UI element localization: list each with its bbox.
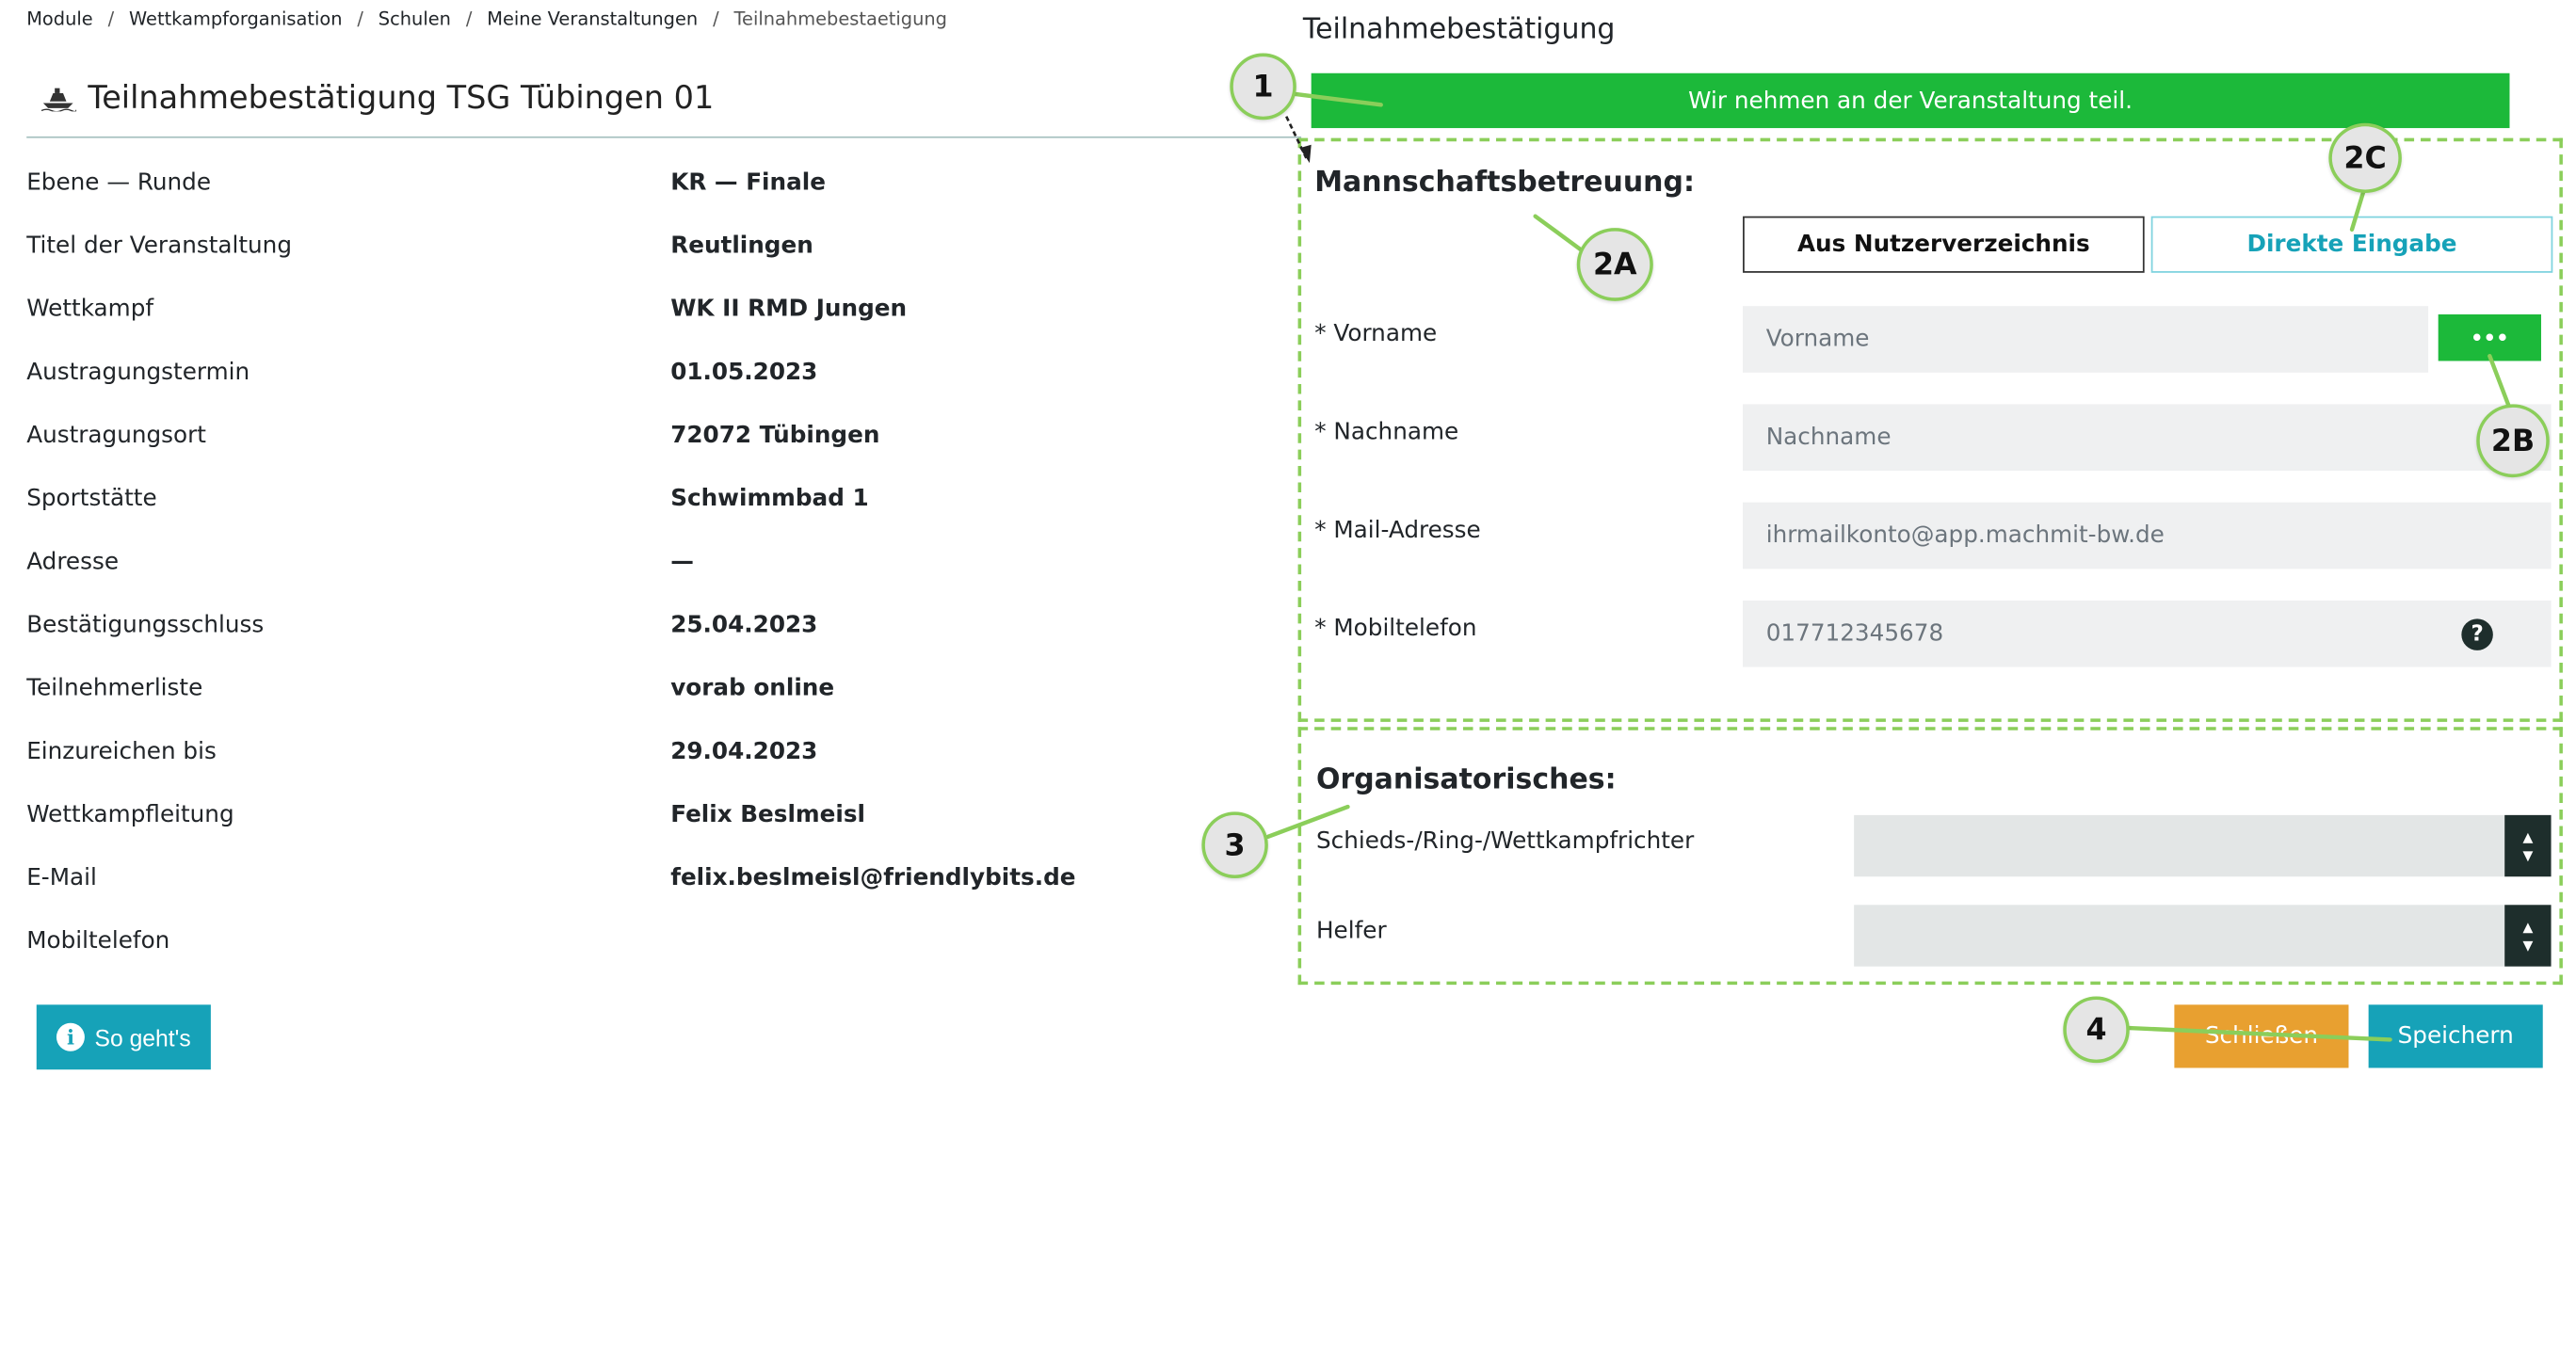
page: Module / Wettkampforganisation / Schulen / Mei… (0, 0, 2576, 1364)
callout-line-2c (2349, 189, 2366, 233)
callout-3: 3 (1201, 811, 1268, 879)
callout-4: 4 (2063, 996, 2130, 1064)
callout-2a: 2A (1576, 228, 1653, 301)
arrow-indicator (1285, 116, 1312, 164)
callout-line-4 (2127, 1025, 2392, 1042)
callout-1: 1 (1230, 53, 1296, 120)
callout-2c: 2C (2328, 122, 2402, 193)
callout-line-2a (1533, 214, 1587, 255)
annotation-lines (1265, 90, 2514, 1042)
callout-2b: 2B (2476, 404, 2550, 478)
callout-line-3 (1265, 804, 1350, 840)
callout-line-1 (1285, 90, 1383, 107)
